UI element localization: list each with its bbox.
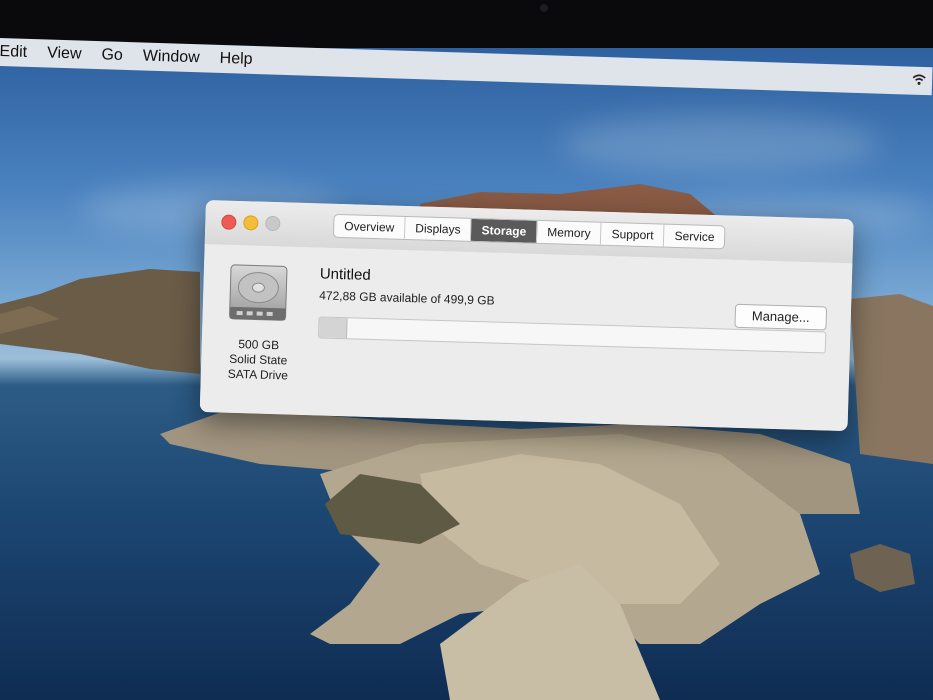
menu-edit[interactable]: Edit xyxy=(0,43,37,62)
close-window-button[interactable] xyxy=(221,214,237,230)
wifi-icon[interactable] xyxy=(912,73,926,89)
screen-bezel xyxy=(0,0,933,48)
menu-go[interactable]: Go xyxy=(91,46,133,65)
minimize-window-button[interactable] xyxy=(243,215,259,231)
about-this-mac-window: Overview Displays Storage Memory Support… xyxy=(199,200,854,432)
volume-name: Untitled xyxy=(319,265,371,284)
menu-window[interactable]: Window xyxy=(133,47,210,67)
tab-memory[interactable]: Memory xyxy=(536,220,602,245)
menu-view[interactable]: View xyxy=(37,44,92,64)
camera xyxy=(540,4,548,12)
volume-available: 472,88 GB available of 499,9 GB xyxy=(319,288,495,308)
tab-bar: Overview Displays Storage Memory Support… xyxy=(332,213,726,250)
storage-used-segment xyxy=(318,317,348,339)
tab-storage[interactable]: Storage xyxy=(471,218,538,243)
tab-overview[interactable]: Overview xyxy=(333,214,406,239)
menu-help[interactable]: Help xyxy=(209,50,262,70)
tab-displays[interactable]: Displays xyxy=(404,216,472,241)
zoom-window-button[interactable] xyxy=(265,215,281,232)
hard-drive-icon xyxy=(226,263,290,325)
disk-interface: SATA Drive xyxy=(227,366,289,383)
tab-service[interactable]: Service xyxy=(664,225,725,249)
tab-support[interactable]: Support xyxy=(601,222,665,247)
disk-description: 500 GB Solid State SATA Drive xyxy=(213,336,304,384)
storage-panel: 500 GB Solid State SATA Drive Untitled 4… xyxy=(199,243,853,432)
manage-button[interactable]: Manage... xyxy=(734,303,828,331)
